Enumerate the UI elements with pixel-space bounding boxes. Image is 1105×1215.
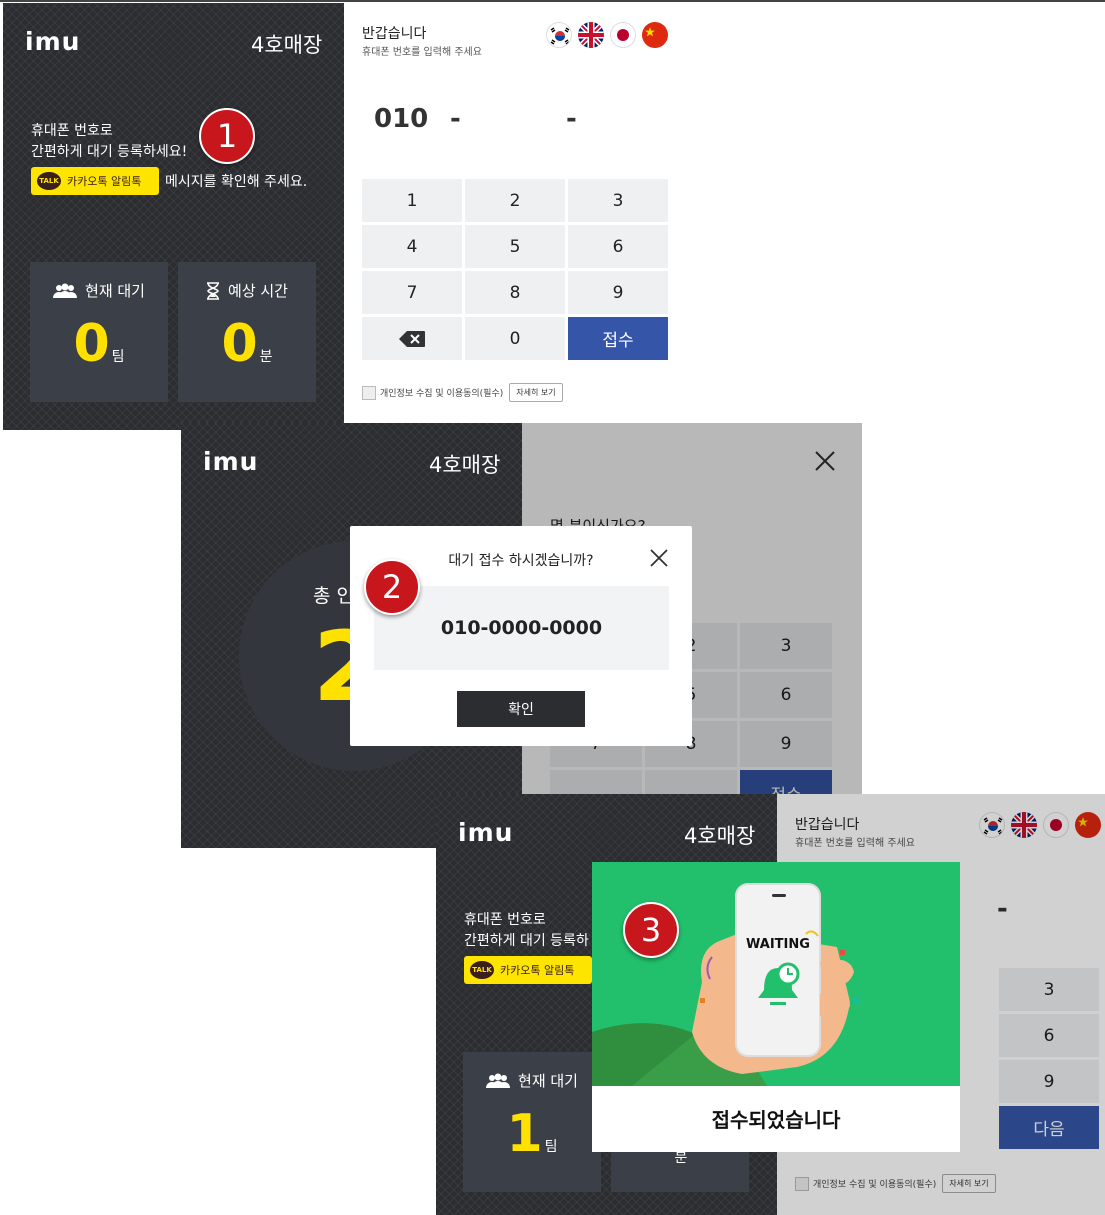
- china-flag-icon[interactable]: [642, 22, 668, 48]
- intro-text: 휴대폰 번호로 간편하게 대기 등록하: [464, 910, 589, 952]
- store-name: 4호매장: [684, 824, 756, 848]
- expected-time-card: 예상 시간 0분: [178, 262, 316, 402]
- step-badge-1: 1: [199, 108, 255, 164]
- left-panel: imu 4호매장 휴대폰 번호로 간편하게 대기 등록하세요! TALK 카카오…: [3, 3, 344, 430]
- current-wait-label: 현재 대기: [85, 282, 145, 300]
- store-name: 4호매장: [429, 453, 501, 477]
- detail-button[interactable]: 자세히 보기: [509, 383, 563, 402]
- imu-logo: imu: [25, 27, 81, 56]
- key-3[interactable]: 3: [568, 179, 668, 222]
- consent-label: 개인정보 수집 및 이용동의(필수): [380, 389, 504, 399]
- expected-time-value: 0분: [221, 314, 273, 374]
- imu-logo: imu: [458, 818, 514, 847]
- step-badge-2: 2: [364, 559, 420, 615]
- modal-phone-number: 010-0000-0000: [440, 617, 603, 639]
- current-wait-card: 현재 대기 1팀: [463, 1052, 601, 1192]
- phone-display[interactable]: 010: [374, 104, 428, 134]
- greeting-subtitle: 휴대폰 번호를 입력해 주세요: [362, 47, 482, 58]
- modal-phone-box: 010-0000-0000: [374, 586, 669, 670]
- phone-prefix: 010: [374, 104, 429, 134]
- korea-flag-icon[interactable]: [546, 22, 572, 48]
- confirm-button[interactable]: 확인: [457, 691, 585, 727]
- phone-screen-text: WAITING: [746, 937, 810, 952]
- intro-line-2: 간편하게 대기 등록하세요!: [31, 144, 188, 160]
- intro-line-1: 휴대폰 번호로: [31, 123, 113, 139]
- key-1[interactable]: 1: [362, 179, 462, 222]
- japan-flag-icon[interactable]: [610, 22, 636, 48]
- kakao-label: 카카오톡 알림톡: [67, 175, 142, 188]
- key-6[interactable]: 6: [568, 225, 668, 268]
- accept-button[interactable]: 접수: [568, 317, 668, 360]
- key-4[interactable]: 4: [362, 225, 462, 268]
- current-wait-value: 1팀: [506, 1104, 558, 1164]
- key-8[interactable]: 8: [465, 271, 565, 314]
- phone-dash-1: -: [450, 104, 461, 134]
- confirm-modal: 대기 접수 하시겠습니까? 010-0000-0000 확인: [350, 526, 692, 746]
- current-wait-card: 현재 대기 0팀: [30, 262, 168, 402]
- modal-close-icon[interactable]: [649, 548, 669, 568]
- people-icon: [486, 1073, 511, 1088]
- key-2[interactable]: 2: [465, 179, 565, 222]
- expected-time-unit: 분: [674, 1150, 688, 1166]
- talk-icon: TALK: [470, 961, 494, 979]
- current-wait-value: 0팀: [73, 314, 125, 374]
- backspace-icon: [399, 330, 425, 347]
- total-people-label: 총 인: [313, 585, 354, 607]
- key-7[interactable]: 7: [362, 271, 462, 314]
- kakao-alimtalk-badge: TALK 카카오톡 알림톡: [464, 956, 592, 984]
- keypad: 1 2 3 4 5 6 7 8 9 0 접수: [362, 179, 668, 360]
- intro-line-1: 휴대폰 번호로: [464, 912, 546, 928]
- step-badge-3: 3: [623, 902, 679, 958]
- people-icon: [53, 283, 78, 298]
- phone-dash-2: -: [566, 104, 577, 134]
- kakao-alimtalk-badge: TALK 카카오톡 알림톡: [31, 167, 159, 195]
- key-5[interactable]: 5: [465, 225, 565, 268]
- success-illustration: WAITING: [592, 862, 960, 1086]
- kakao-message: 메시지를 확인해 주세요.: [165, 174, 308, 190]
- expected-time-label: 예상 시간: [228, 282, 288, 300]
- imu-logo: imu: [203, 447, 259, 476]
- talk-icon: TALK: [37, 172, 61, 190]
- success-message: 접수되었습니다: [711, 1108, 841, 1132]
- backspace-key[interactable]: [362, 317, 462, 360]
- current-wait-label: 현재 대기: [518, 1072, 578, 1090]
- hourglass-icon: [207, 281, 220, 300]
- greeting-title: 반갑습니다: [362, 26, 427, 42]
- language-flags: [546, 22, 668, 48]
- consent-row: 개인정보 수집 및 이용동의(필수) 자세히 보기: [362, 383, 563, 402]
- kakao-label: 카카오톡 알림톡: [500, 964, 575, 977]
- intro-line-2: 간편하게 대기 등록하: [464, 933, 589, 949]
- key-0[interactable]: 0: [465, 317, 565, 360]
- top-rule: [0, 0, 1105, 2]
- hand-phone-illustration: WAITING: [592, 883, 859, 1086]
- key-9[interactable]: 9: [568, 271, 668, 314]
- uk-flag-icon[interactable]: [578, 22, 604, 48]
- intro-text: 휴대폰 번호로 간편하게 대기 등록하세요!: [31, 121, 187, 163]
- consent-checkbox[interactable]: [362, 385, 376, 400]
- store-name: 4호매장: [251, 33, 323, 57]
